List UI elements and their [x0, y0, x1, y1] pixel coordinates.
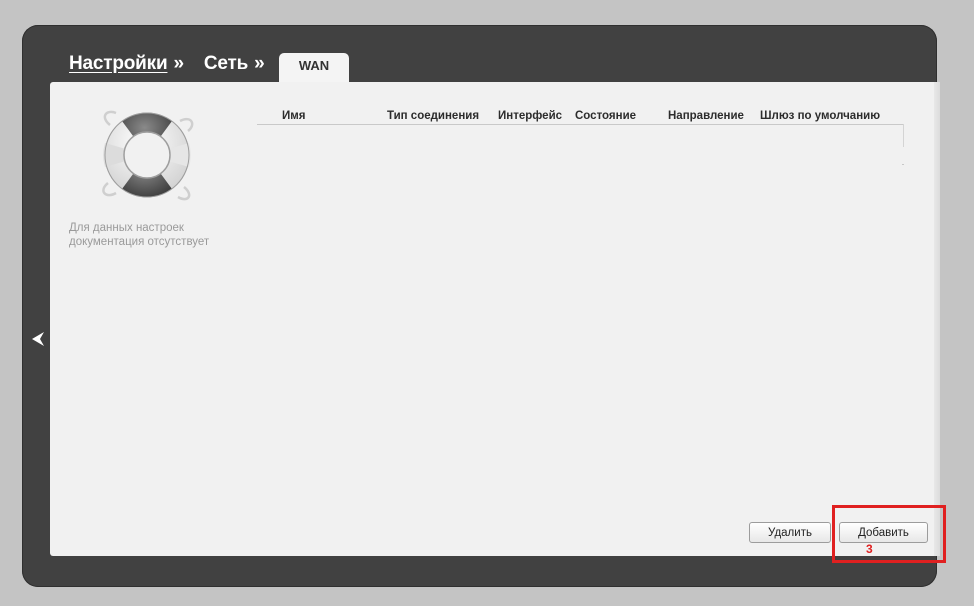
- column-header-direction[interactable]: Направление: [668, 110, 744, 122]
- table-right-border: [903, 124, 904, 147]
- breadcrumb: Настройки » Сеть »: [69, 53, 270, 75]
- column-header-name[interactable]: Имя: [282, 110, 305, 122]
- help-text-line: документация отсутствует: [69, 236, 210, 248]
- lifebuoy-icon: [102, 110, 194, 201]
- breadcrumb-separator: »: [254, 53, 265, 74]
- collapse-sidebar-arrow-icon[interactable]: [30, 330, 46, 348]
- column-header-status[interactable]: Состояние: [575, 110, 636, 122]
- breadcrumb-separator: »: [173, 53, 184, 74]
- column-header-interface[interactable]: Интерфейс: [498, 110, 562, 122]
- column-header-connection-type[interactable]: Тип соединения: [387, 110, 479, 122]
- help-text-line: Для данных настроек: [69, 222, 184, 234]
- help-text: Для данных настроек документация отсутст…: [69, 221, 239, 249]
- table-header-divider: [257, 124, 903, 125]
- delete-button[interactable]: Удалить: [749, 522, 831, 543]
- column-header-default-gateway[interactable]: Шлюз по умолчанию: [760, 110, 880, 122]
- highlight-annotation-box: [832, 505, 946, 563]
- breadcrumb-network-link[interactable]: Сеть: [204, 53, 248, 75]
- tab-wan[interactable]: WAN: [279, 53, 349, 83]
- page: Настройки » Сеть » WAN Для данных настро…: [0, 0, 974, 606]
- table-border-tick: [902, 164, 904, 165]
- step-number-annotation: 3: [866, 542, 873, 556]
- breadcrumb-settings-link[interactable]: Настройки: [69, 53, 168, 75]
- panel-edge: [934, 82, 940, 556]
